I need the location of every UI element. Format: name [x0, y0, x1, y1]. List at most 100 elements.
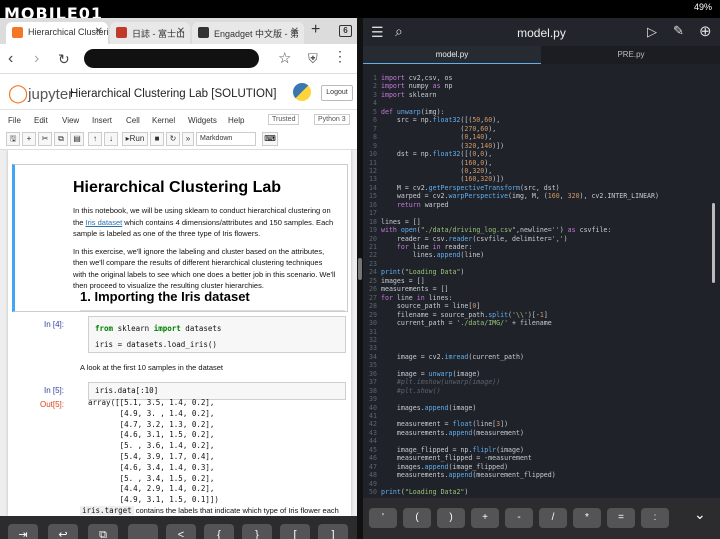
- code-line[interactable]: 37 #plt.imshow(unwarp(image)): [363, 378, 720, 387]
- close-tab-icon[interactable]: ✕: [177, 26, 185, 37]
- add-file-icon[interactable]: ⊕: [699, 22, 712, 40]
- forward-arrow-icon[interactable]: ›: [34, 50, 39, 68]
- keyboard-icon[interactable]: ⌨: [262, 132, 278, 146]
- code-line[interactable]: 46 measurement_flipped = -measurement: [363, 454, 720, 463]
- cell-type-select[interactable]: Markdown: [196, 132, 256, 146]
- code-line[interactable]: 14 M = cv2.getPerspectiveTransform(src, …: [363, 184, 720, 193]
- code-line[interactable]: 40 images.append(image): [363, 404, 720, 413]
- code-line[interactable]: 10 dst = np.float32([(0,0),: [363, 150, 720, 159]
- back-arrow-icon[interactable]: ‹: [8, 50, 13, 68]
- code-line[interactable]: 27 for line in lines:: [363, 294, 720, 303]
- fast-forward-icon[interactable]: »: [182, 132, 194, 146]
- less-than-key[interactable]: <: [166, 524, 196, 539]
- new-tab-button[interactable]: +: [311, 21, 320, 39]
- shield-icon[interactable]: ⛨: [308, 51, 318, 67]
- restart-icon[interactable]: ↻: [166, 132, 180, 146]
- menu-help[interactable]: Help: [228, 116, 244, 125]
- move-down-icon[interactable]: ↓: [104, 132, 118, 146]
- tab-key[interactable]: ⇥: [8, 524, 38, 539]
- code-line[interactable]: 38 #plt.show(): [363, 387, 720, 396]
- code-line[interactable]: 34 image = cv2.imread(current_path): [363, 353, 720, 362]
- notebook-title[interactable]: Hierarchical Clustering Lab [SOLUTION]: [70, 88, 276, 100]
- chevron-down-icon[interactable]: ⌄: [694, 506, 706, 523]
- close-bracket-key[interactable]: ]: [318, 524, 348, 539]
- browser-tab-0[interactable]: Hierarchical Clustering ✕: [6, 22, 108, 44]
- run-play-icon[interactable]: ▷: [647, 24, 657, 40]
- code-line[interactable]: 19 with open("./data/driving_log.csv",new…: [363, 226, 720, 235]
- undo-key[interactable]: ↩: [48, 524, 78, 539]
- open-brace-key[interactable]: {: [204, 524, 234, 539]
- equals-key[interactable]: =: [607, 508, 635, 528]
- address-bar-redacted[interactable]: [84, 49, 259, 68]
- code-line[interactable]: 36 image = unwarp(image): [363, 370, 720, 379]
- code-line[interactable]: 28 source_path = line[0]: [363, 302, 720, 311]
- copy-icon[interactable]: ⧉: [54, 132, 68, 146]
- code-line[interactable]: 44: [363, 437, 720, 446]
- logout-button[interactable]: Logout: [321, 85, 353, 101]
- code-line[interactable]: 26 measurements = []: [363, 285, 720, 294]
- menu-view[interactable]: View: [62, 116, 79, 125]
- code-line[interactable]: 32: [363, 336, 720, 345]
- code-line[interactable]: 43 measurements.append(measurement): [363, 429, 720, 438]
- code-line[interactable]: 39: [363, 395, 720, 404]
- code-line[interactable]: 11 (160,0),: [363, 159, 720, 168]
- save-icon[interactable]: 🖫: [6, 132, 20, 146]
- plus-key[interactable]: +: [471, 508, 499, 528]
- split-view-handle[interactable]: [358, 258, 362, 280]
- code-line[interactable]: 16 return warped: [363, 201, 720, 210]
- code-line[interactable]: 29 filename = source_path.split('\\')[-1…: [363, 311, 720, 320]
- menu-file[interactable]: File: [8, 116, 21, 125]
- code-line[interactable]: 48 measurements.append(measurement_flipp…: [363, 471, 720, 480]
- asterisk-key[interactable]: *: [573, 508, 601, 528]
- open-paren-key[interactable]: (: [403, 508, 431, 528]
- code-line[interactable]: 23: [363, 260, 720, 269]
- insert-cell-icon[interactable]: +: [22, 132, 36, 146]
- code-line[interactable]: 9 (320,140)]): [363, 142, 720, 151]
- menu-kernel[interactable]: Kernel: [152, 116, 175, 125]
- slash-key[interactable]: /: [539, 508, 567, 528]
- editor-tab-pre[interactable]: PRE.py: [542, 46, 720, 64]
- close-brace-key[interactable]: }: [242, 524, 272, 539]
- editor-file-title[interactable]: model.py: [363, 26, 720, 40]
- editor-tab-model[interactable]: model.py: [363, 46, 541, 64]
- menu-edit[interactable]: Edit: [34, 116, 48, 125]
- browser-tab-2[interactable]: Engadget 中文版 - 第 ✕: [192, 22, 304, 44]
- underscore-key[interactable]: _: [128, 524, 158, 539]
- code-line[interactable]: 7 (270,60),: [363, 125, 720, 134]
- reload-icon[interactable]: ↻: [58, 51, 70, 68]
- code-line[interactable]: 17: [363, 209, 720, 218]
- code-line[interactable]: 12 (0,320),: [363, 167, 720, 176]
- quote-key[interactable]: ': [369, 508, 397, 528]
- kernel-indicator[interactable]: Python 3: [314, 114, 350, 125]
- code-line[interactable]: 2 import numpy as np: [363, 82, 720, 91]
- trusted-indicator[interactable]: Trusted: [268, 114, 300, 125]
- code-line[interactable]: 15 warped = cv2.warpPerspective(img, M, …: [363, 192, 720, 201]
- close-tab-icon[interactable]: ✕: [95, 26, 103, 37]
- run-button[interactable]: ▸Run: [122, 132, 148, 146]
- code-line[interactable]: 18 lines = []: [363, 218, 720, 227]
- code-line[interactable]: 50 print("Loading Data2"): [363, 488, 720, 497]
- jupyter-logo[interactable]: ◯jupyter: [8, 83, 73, 104]
- code-area[interactable]: 1 import cv2,csv, os 2 import numpy as np 3 i…: [363, 74, 720, 514]
- iris-dataset-link[interactable]: Iris dataset: [86, 218, 123, 227]
- code-cell-4[interactable]: from sklearn import datasets iris = data…: [88, 316, 346, 353]
- cut-icon[interactable]: ✂: [38, 132, 52, 146]
- code-line[interactable]: 30 current_path = './data/IMG/' + filena…: [363, 319, 720, 328]
- code-line[interactable]: 31: [363, 328, 720, 337]
- code-line[interactable]: 49: [363, 480, 720, 489]
- menu-insert[interactable]: Insert: [92, 116, 112, 125]
- code-line[interactable]: 6 src = np.float32([(50,60),: [363, 116, 720, 125]
- code-line[interactable]: 25 images = []: [363, 277, 720, 286]
- code-line[interactable]: 13 (160,320)]): [363, 175, 720, 184]
- close-paren-key[interactable]: ): [437, 508, 465, 528]
- copy-key[interactable]: ⧉: [88, 524, 118, 539]
- code-line[interactable]: 42 measurement = float(line[3]): [363, 420, 720, 429]
- minus-key[interactable]: -: [505, 508, 533, 528]
- move-up-icon[interactable]: ↑: [88, 132, 102, 146]
- code-line[interactable]: 20 reader = csv.reader(csvfile, delimite…: [363, 235, 720, 244]
- editor-scrollbar[interactable]: [712, 203, 715, 283]
- code-line[interactable]: 41: [363, 412, 720, 421]
- code-line[interactable]: 4: [363, 99, 720, 108]
- code-line[interactable]: 33: [363, 344, 720, 353]
- open-bracket-key[interactable]: [: [280, 524, 310, 539]
